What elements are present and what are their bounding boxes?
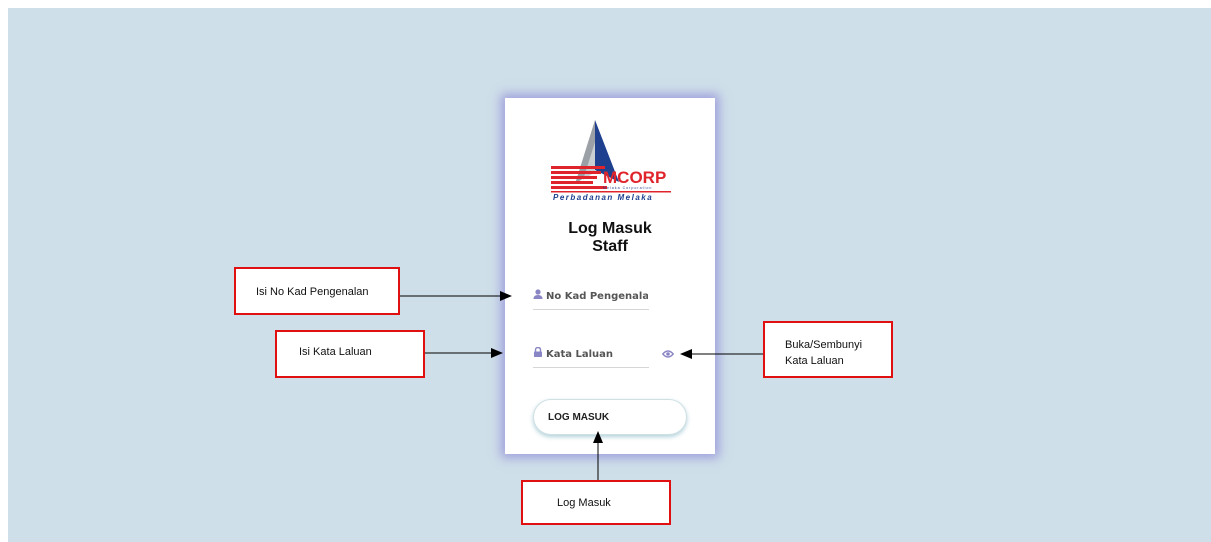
annotation-arrows xyxy=(400,291,763,480)
